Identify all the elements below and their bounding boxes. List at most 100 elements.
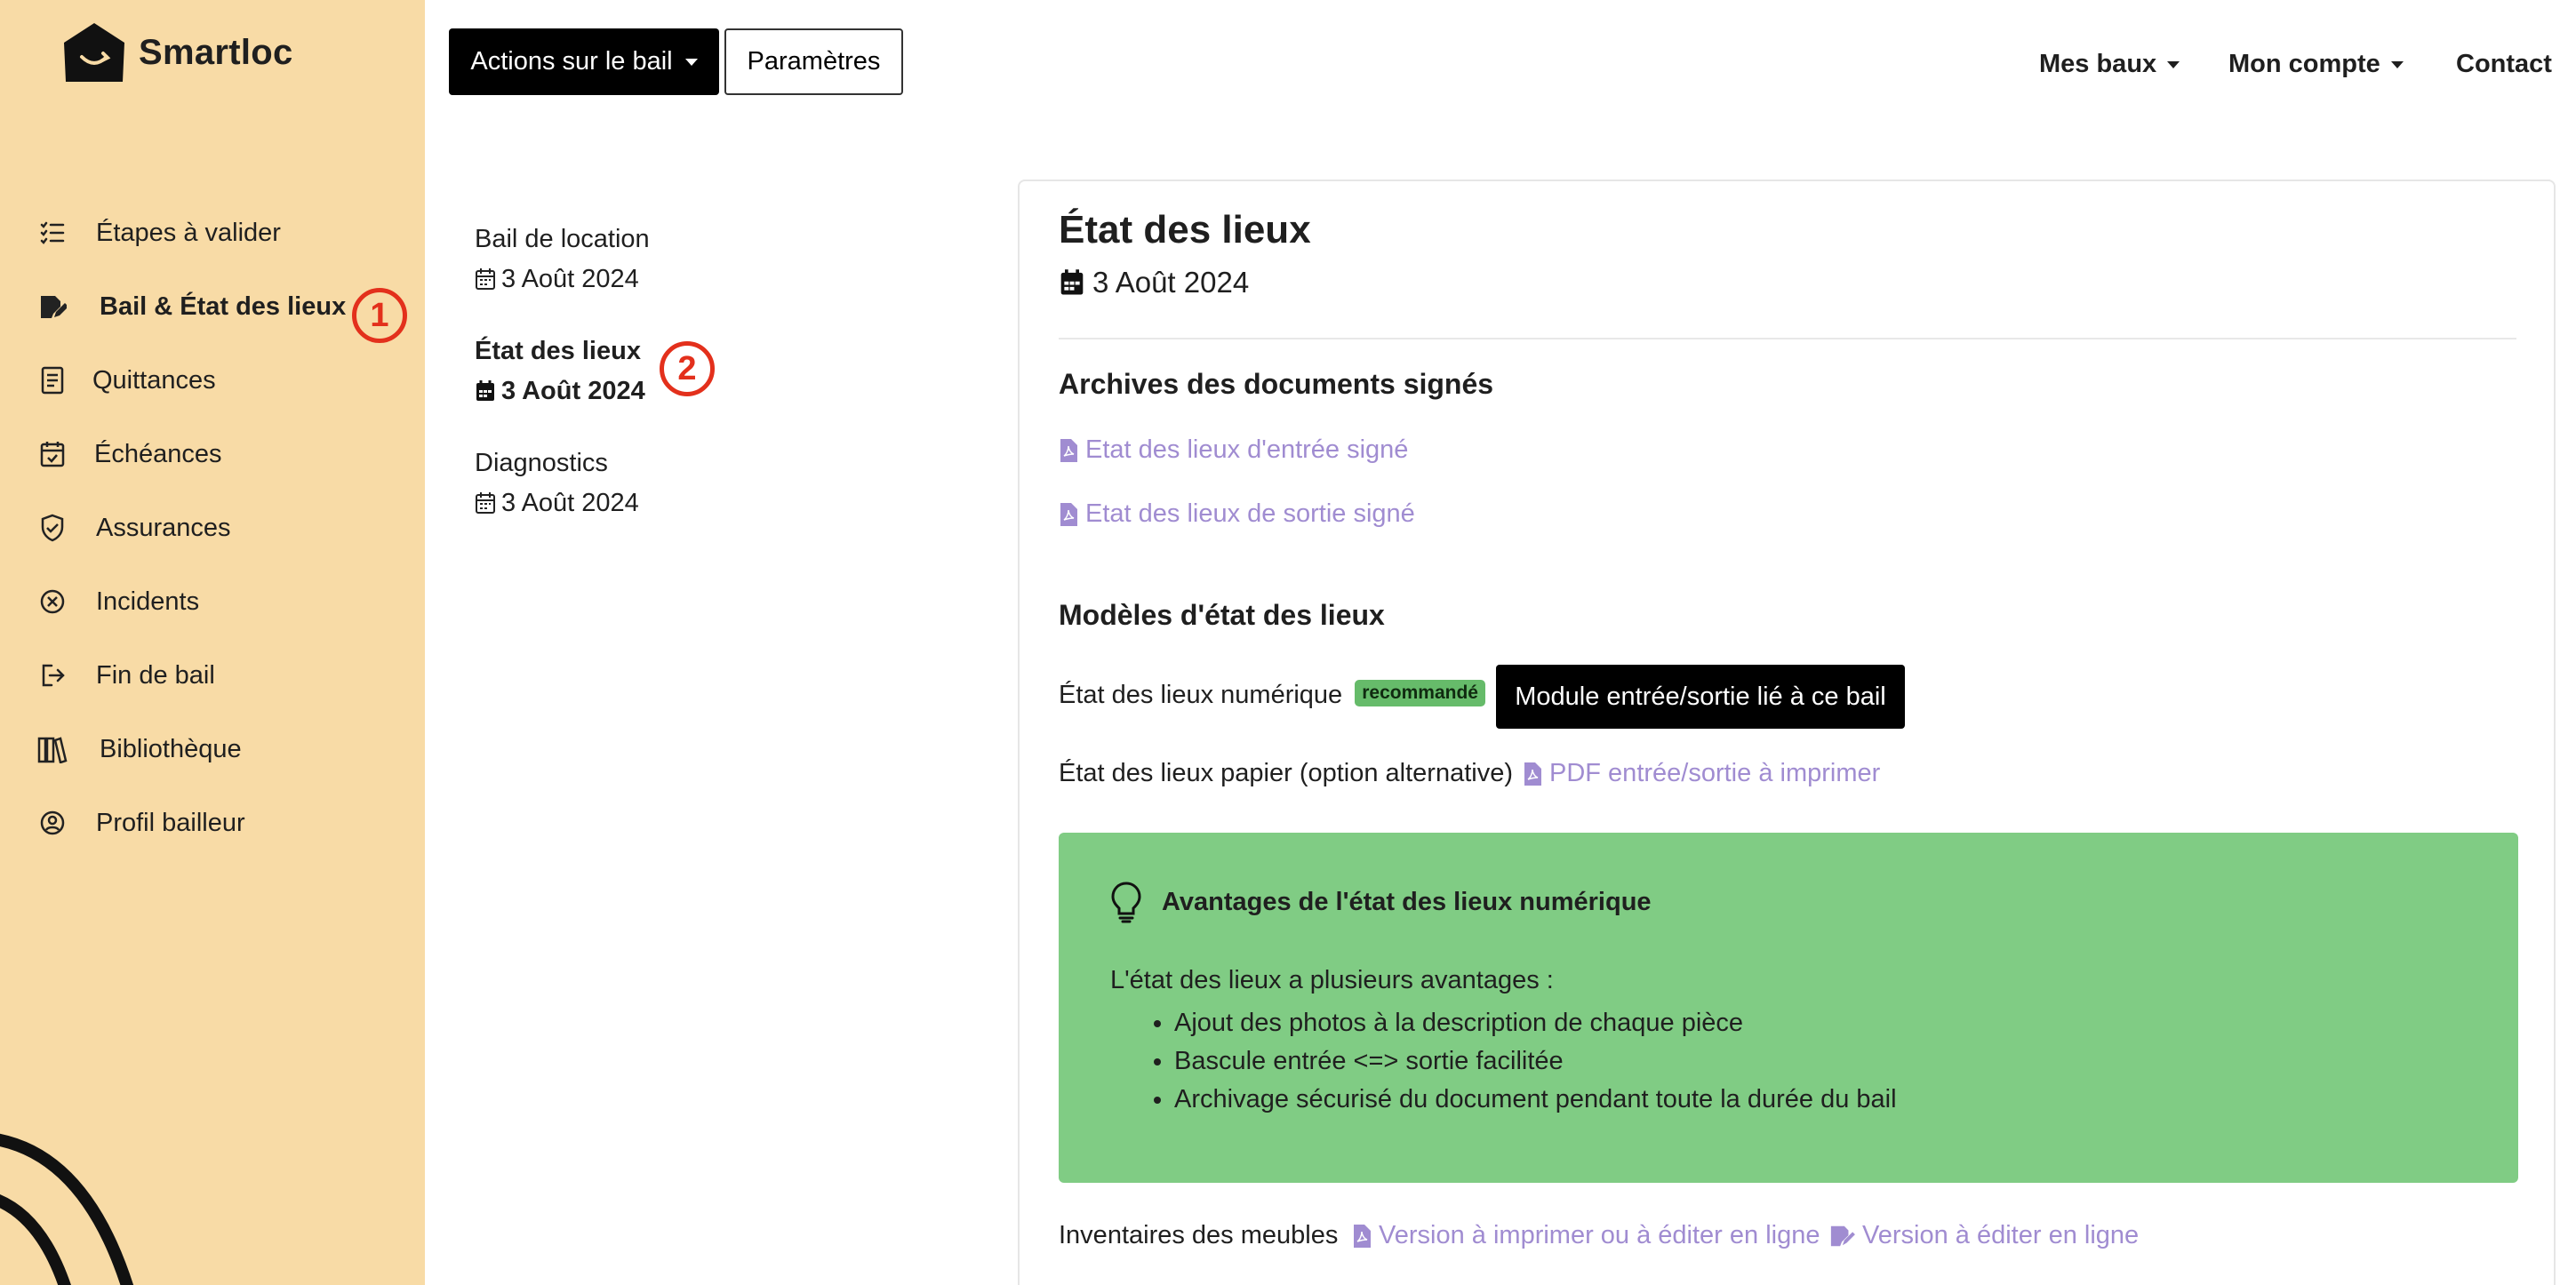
signed-entry-link-label: Etat des lieux d'entrée signé — [1085, 435, 1409, 464]
contact-label: Contact — [2456, 50, 2552, 78]
checklist-icon — [37, 218, 68, 248]
edit-document-icon — [1830, 1225, 1855, 1246]
archives-section-title: Archives des documents signés — [1059, 368, 1494, 400]
my-leases-label: Mes baux — [2039, 50, 2157, 78]
receipt-icon — [37, 365, 68, 395]
document-date-text: 3 Août 2024 — [501, 377, 645, 405]
digital-module-button[interactable]: Module entrée/sortie lié à ce bail — [1496, 665, 1905, 729]
digital-edl-label: État des lieux numérique — [1059, 681, 1343, 709]
lightbulb-icon — [1111, 882, 1141, 923]
document-item-bail[interactable]: Bail de location 3 Août 2024 — [475, 222, 768, 297]
paper-edl-label: État des lieux papier (option alternativ… — [1059, 759, 1514, 787]
advantages-list: Ajout des photos à la description de cha… — [1174, 1004, 1897, 1119]
sidebar-item-echeances[interactable]: Échéances — [37, 427, 222, 481]
sidebar-item-label: Quittances — [92, 365, 216, 395]
signed-entry-link[interactable]: Etat des lieux d'entrée signé — [1059, 435, 1408, 465]
books-icon — [37, 734, 68, 764]
document-date: 3 Août 2024 — [475, 373, 768, 409]
inventory-label: Inventaires des meubles — [1059, 1221, 1339, 1249]
calendar-icon — [476, 492, 495, 514]
inventory-print-link[interactable]: Version à imprimer ou à éditer en ligne — [1352, 1221, 1820, 1250]
sidebar-item-assurances[interactable]: Assurances — [37, 501, 231, 555]
inventory-edit-link[interactable]: Version à éditer en ligne — [1828, 1221, 2139, 1250]
sidebar-item-label: Étapes à valider — [96, 218, 281, 247]
sidebar-item-incidents[interactable]: Incidents — [37, 575, 199, 628]
sidebar-item-label: Fin de bail — [96, 660, 215, 690]
sidebar: Smartloc Étapes à valider Bail & État de… — [0, 0, 425, 1285]
advantages-box: Avantages de l'état des lieux numérique … — [1059, 833, 2518, 1183]
sidebar-item-fin-de-bail[interactable]: Fin de bail — [37, 649, 215, 702]
contact-link[interactable]: Contact — [2456, 50, 2552, 79]
my-leases-dropdown[interactable]: Mes baux — [2039, 50, 2180, 79]
paper-pdf-link-label: PDF entrée/sortie à imprimer — [1549, 759, 1881, 787]
etat-des-lieux-card: État des lieux 3 Août 2024 Archives des … — [1018, 180, 2556, 1285]
inventory-edit-link-label: Version à éditer en ligne — [1862, 1221, 2140, 1249]
lease-actions-dropdown[interactable]: Actions sur le bail — [449, 28, 719, 95]
circle-x-icon — [37, 587, 68, 617]
brand-name: Smartloc — [139, 32, 293, 72]
sidebar-item-label: Bibliothèque — [100, 734, 242, 763]
calendar-icon — [1060, 269, 1084, 295]
decorative-swirl-icon — [0, 1133, 134, 1285]
card-date-text: 3 Août 2024 — [1092, 266, 1250, 299]
digital-module-label: Module entrée/sortie lié à ce bail — [1515, 682, 1886, 711]
document-item-etat-des-lieux[interactable]: État des lieux 3 Août 2024 — [475, 334, 768, 409]
document-title: Bail de location — [475, 225, 650, 253]
brand[interactable]: Smartloc — [62, 21, 293, 84]
edit-document-icon — [37, 291, 68, 322]
caret-down-icon — [684, 58, 698, 66]
pdf-file-icon — [1524, 762, 1541, 786]
advantages-title: Avantages de l'état des lieux numérique — [1162, 887, 1652, 916]
sidebar-item-label: Assurances — [96, 513, 231, 542]
pdf-file-icon — [1060, 438, 1077, 462]
list-item: Ajout des photos à la description de cha… — [1174, 1004, 1897, 1042]
document-date-text: 3 Août 2024 — [501, 265, 639, 293]
user-circle-icon — [37, 808, 68, 838]
sidebar-item-label: Incidents — [96, 587, 200, 616]
document-title: État des lieux — [475, 337, 641, 365]
document-date: 3 Août 2024 — [475, 485, 768, 521]
divider — [1059, 338, 2516, 339]
recommended-badge: recommandé — [1355, 680, 1485, 707]
signed-exit-link[interactable]: Etat des lieux de sortie signé — [1059, 499, 1415, 529]
sidebar-item-etapes[interactable]: Étapes à valider — [37, 206, 281, 259]
my-account-dropdown[interactable]: Mon compte — [2228, 50, 2404, 79]
advantages-header: Avantages de l'état des lieux numérique — [1108, 881, 1652, 923]
sidebar-item-bibliotheque[interactable]: Bibliothèque — [37, 722, 242, 776]
templates-section-title: Modèles d'état des lieux — [1059, 599, 1385, 631]
annotation-badge-1: 1 — [352, 288, 407, 343]
signed-exit-link-label: Etat des lieux de sortie signé — [1085, 499, 1415, 528]
calendar-icon — [476, 268, 495, 290]
settings-button[interactable]: Paramètres — [724, 28, 903, 95]
list-item: Bascule entrée <=> sortie facilitée — [1174, 1042, 1897, 1081]
document-date-text: 3 Août 2024 — [501, 489, 639, 517]
calendar-icon — [476, 380, 494, 401]
inventory-print-link-label: Version à imprimer ou à éditer en ligne — [1379, 1221, 1820, 1249]
caret-down-icon — [2167, 60, 2180, 68]
sidebar-item-label: Bail & État des lieux — [100, 291, 347, 321]
list-item: Archivage sécurisé du document pendant t… — [1174, 1081, 1897, 1119]
my-account-label: Mon compte — [2228, 50, 2380, 78]
digital-edl-row: État des lieux numérique recommandé — [1059, 680, 1485, 710]
document-item-diagnostics[interactable]: Diagnostics 3 Août 2024 — [475, 446, 768, 521]
sidebar-item-label: Échéances — [94, 439, 222, 468]
sidebar-item-label: Profil bailleur — [96, 808, 245, 837]
shield-check-icon — [37, 513, 68, 543]
card-date: 3 Août 2024 — [1059, 266, 1249, 299]
settings-label: Paramètres — [747, 47, 881, 76]
lease-actions-label: Actions sur le bail — [470, 47, 673, 76]
exit-icon — [37, 660, 68, 690]
document-date: 3 Août 2024 — [475, 261, 768, 297]
calendar-check-icon — [37, 439, 68, 469]
page-title: État des lieux — [1059, 208, 1311, 251]
advantages-intro: L'état des lieux a plusieurs avantages : — [1110, 966, 1554, 994]
document-title: Diagnostics — [475, 449, 608, 477]
caret-down-icon — [2390, 60, 2404, 68]
pdf-file-icon — [1060, 502, 1077, 526]
sidebar-item-bail[interactable]: Bail & État des lieux — [37, 280, 346, 333]
paper-pdf-link[interactable]: PDF entrée/sortie à imprimer — [1523, 759, 1880, 788]
house-logo-icon — [64, 23, 124, 82]
sidebar-item-quittances[interactable]: Quittances — [37, 354, 216, 407]
sidebar-item-profil[interactable]: Profil bailleur — [37, 796, 245, 850]
pdf-file-icon — [1354, 1224, 1371, 1248]
